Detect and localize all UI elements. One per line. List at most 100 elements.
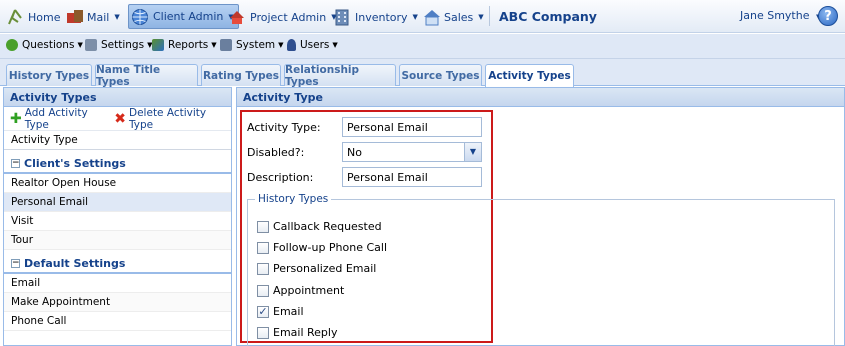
nav-project-admin[interactable]: Project Admin ▼	[228, 6, 337, 28]
list-item[interactable]: Phone Call	[4, 312, 231, 331]
menu-questions[interactable]: Questions ▼	[6, 39, 83, 51]
checkbox[interactable]	[257, 241, 269, 254]
menu-system-label: System	[236, 39, 276, 51]
checkbox-label: Email Reply	[273, 326, 338, 339]
history-type-option[interactable]: Email Reply	[257, 326, 337, 339]
secondary-toolbar: Questions ▼ Settings ▼ Reports ▼ System …	[0, 34, 845, 59]
delete-icon: ✖	[114, 110, 127, 127]
menu-settings-label: Settings	[101, 39, 145, 51]
checkbox-label: Follow-up Phone Call	[273, 241, 388, 254]
checkbox-label: Email	[273, 305, 304, 318]
left-toolbar: ✚ Add Activity Type ✖ Delete Activity Ty…	[4, 107, 231, 131]
history-type-option[interactable]: Follow-up Phone Call	[257, 241, 387, 254]
checkbox[interactable]	[257, 262, 269, 275]
tab-activity-types[interactable]: Activity Types	[485, 64, 574, 87]
nav-sales[interactable]: Sales ▼	[422, 6, 484, 28]
checkbox[interactable]	[257, 326, 269, 339]
menu-questions-label: Questions	[22, 39, 75, 51]
chevron-down-icon: ▼	[412, 13, 418, 21]
menu-users-label: Users	[300, 39, 330, 51]
top-navbar: Home Mail ▼ Client Admin ▼ Project Admin…	[0, 0, 845, 33]
chevron-down-icon: ▼	[278, 41, 284, 49]
project-admin-icon	[228, 8, 246, 26]
column-header[interactable]: Activity Type	[4, 131, 231, 150]
nav-home-label: Home	[28, 10, 61, 24]
nav-mail-label: Mail	[87, 10, 110, 24]
tab-source-types[interactable]: Source Types	[399, 64, 482, 86]
help-icon[interactable]: ?	[818, 6, 838, 26]
home-icon	[6, 8, 24, 26]
chevron-down-icon: ▼	[211, 41, 217, 49]
checkbox-checked[interactable]: ✓	[257, 305, 269, 318]
checkbox-label: Personalized Email	[273, 262, 377, 275]
tab-relationship-types[interactable]: Relationship Types	[284, 64, 396, 88]
list-item[interactable]: Email	[4, 274, 231, 293]
chevron-down-icon: ▼	[478, 13, 484, 21]
nav-mail[interactable]: Mail ▼	[65, 6, 120, 28]
menu-system[interactable]: System ▼	[220, 39, 284, 51]
reports-icon	[152, 39, 164, 51]
nav-client-admin[interactable]: Client Admin ▼	[128, 4, 239, 29]
delete-activity-type-label: Delete Activity Type	[129, 106, 207, 131]
menu-users[interactable]: Users ▼	[287, 39, 338, 51]
list-item[interactable]: Make Appointment	[4, 293, 231, 312]
list-item[interactable]: Tour	[4, 231, 231, 250]
menu-reports-label: Reports	[168, 39, 209, 51]
building-icon	[333, 8, 351, 26]
add-activity-type-label: Add Activity Type	[24, 106, 88, 131]
settings-icon	[85, 39, 97, 51]
tab-name-title-types[interactable]: Name Title Types	[95, 64, 198, 88]
chevron-down-icon[interactable]: ▼	[464, 143, 481, 161]
menu-reports[interactable]: Reports ▼	[152, 39, 217, 51]
collapse-icon[interactable]: −	[11, 158, 20, 168]
chevron-down-icon: ▼	[114, 13, 120, 21]
group-label: Client's Settings	[24, 156, 126, 170]
mail-icon	[65, 8, 83, 26]
nav-inventory[interactable]: Inventory ▼	[333, 6, 418, 28]
group-header-clients-settings[interactable]: − Client's Settings	[4, 154, 231, 174]
add-icon: ✚	[10, 110, 22, 127]
menu-settings[interactable]: Settings ▼	[85, 39, 152, 51]
user-menu[interactable]: Jane Smythe ▼	[740, 9, 821, 22]
questions-icon	[6, 39, 18, 51]
tab-history-types[interactable]: History Types	[6, 64, 92, 86]
list-item[interactable]: Visit	[4, 212, 231, 231]
system-icon	[220, 39, 232, 51]
history-type-option[interactable]: Personalized Email	[257, 262, 376, 275]
panel-title: Activity Types	[4, 88, 231, 107]
divider	[489, 6, 490, 26]
history-type-option[interactable]: Callback Requested	[257, 220, 382, 233]
nav-inventory-label: Inventory	[355, 10, 408, 24]
activity-type-input[interactable]: Personal Email	[342, 117, 482, 137]
description-label: Description:	[247, 171, 314, 184]
group-label: Default Settings	[24, 256, 126, 270]
history-type-option[interactable]: ✓ Email	[257, 305, 304, 318]
user-name: Jane Smythe	[740, 9, 810, 22]
checkbox-label: Appointment	[273, 284, 345, 297]
chevron-down-icon: ▼	[332, 41, 338, 49]
company-name: ABC Company	[499, 9, 597, 24]
activity-type-label: Activity Type:	[247, 121, 321, 134]
list-item-selected[interactable]: Personal Email	[4, 193, 231, 212]
add-activity-type-button[interactable]: ✚ Add Activity Type	[10, 107, 102, 131]
tab-rating-types[interactable]: Rating Types	[201, 64, 281, 86]
house-icon	[422, 8, 440, 26]
collapse-icon[interactable]: −	[11, 258, 20, 268]
list-item[interactable]: Realtor Open House	[4, 174, 231, 193]
checkbox[interactable]	[257, 284, 269, 297]
nav-client-admin-label: Client Admin	[153, 10, 224, 23]
disabled-select[interactable]: No ▼	[342, 142, 482, 162]
description-input[interactable]: Personal Email	[342, 167, 482, 187]
tab-strip: History Types Name Title Types Rating Ty…	[0, 59, 845, 88]
checkbox[interactable]	[257, 220, 269, 233]
chevron-down-icon: ▼	[77, 41, 83, 49]
group-header-default-settings[interactable]: − Default Settings	[4, 254, 231, 274]
user-icon	[287, 39, 296, 51]
nav-project-admin-label: Project Admin	[250, 10, 327, 24]
globe-icon	[131, 8, 149, 26]
disabled-label: Disabled?:	[247, 146, 305, 159]
delete-activity-type-button[interactable]: ✖ Delete Activity Type	[114, 107, 219, 131]
history-type-option[interactable]: Appointment	[257, 284, 344, 297]
disabled-select-value: No	[347, 146, 362, 159]
nav-home[interactable]: Home	[6, 6, 60, 28]
